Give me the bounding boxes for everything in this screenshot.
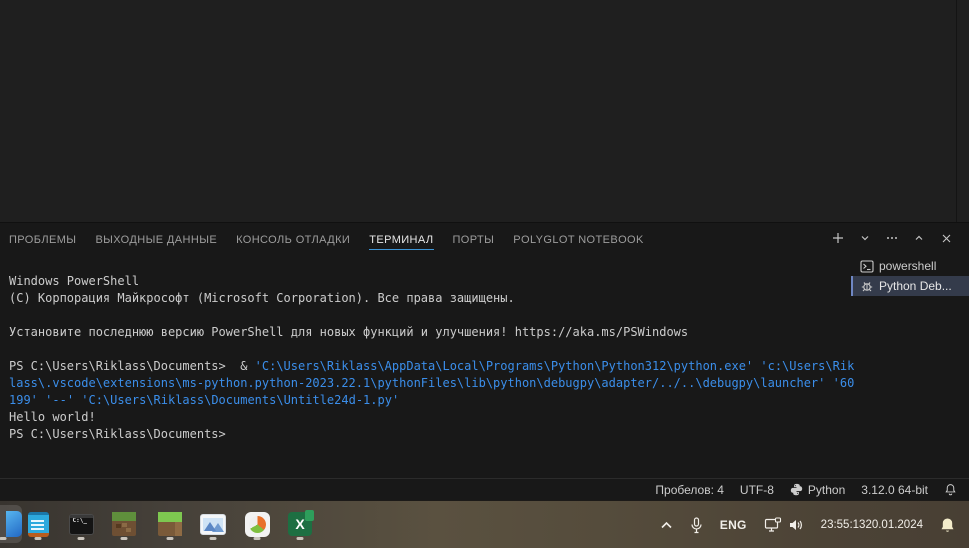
more-actions-button[interactable] [883,229,901,247]
close-icon [942,234,950,242]
notepad-icon [27,511,49,537]
interpreter-label: 3.12.0 64-bit [861,482,928,497]
language-switcher[interactable]: ENG [720,518,747,532]
taskbar-app-photos[interactable] [194,505,232,543]
close-panel-button[interactable] [937,229,955,247]
running-indicator [77,537,85,540]
editor-minimap-divider [956,0,957,222]
indentation-status[interactable]: Пробелов: 4 [655,479,724,501]
terminal-line: PS C:\Users\Riklass\Documents> [9,427,226,441]
running-indicator [34,537,42,540]
chevron-up-icon [661,521,672,528]
ellipsis-icon [887,237,897,239]
debug-icon [859,279,874,294]
volume-icon [789,520,802,530]
system-tray: ENG 23:55:13 20.01.2024 [660,501,969,548]
running-indicator [253,537,261,540]
notification-center-button[interactable] [940,517,955,533]
terminal-session-powershell[interactable]: powershell [851,256,969,276]
bell-icon [945,484,956,496]
language-label: Python [807,482,846,497]
terminal-line: lass\.vscode\extensions\ms-python.python… [9,376,855,390]
panel-actions [829,229,955,247]
terminal-icon [859,259,874,274]
chevron-up-icon [915,235,923,240]
session-label: Python Deb... [879,279,952,293]
python-icon [790,483,803,496]
terminal-session-python-deb-[interactable]: Python Deb... [851,276,969,296]
command-prompt-icon [68,513,94,535]
taskbar-app-swirl[interactable] [238,505,276,543]
taskbar: ENG 23:55:13 20.01.2024 [0,500,969,548]
minecraft-icon [112,512,136,536]
terminal-session-list: powershell Python Deb... [851,256,969,296]
terminal-line: (C) Корпорация Майкрософт (Microsoft Cor… [9,291,515,305]
running-indicator [209,537,217,540]
chevron-down-icon [861,236,869,241]
bell-icon [941,518,954,532]
microphone-tray-button[interactable] [690,516,703,534]
clock[interactable]: 23:55:13 20.01.2024 [821,519,923,532]
network-volume-group[interactable] [764,517,804,533]
terminal-output[interactable]: Windows PowerShell (C) Корпорация Майкрос… [9,273,855,443]
minecraft-launcher-icon [158,512,182,536]
microphone-icon [691,516,702,533]
panel-tab-выходные-данные[interactable]: ВЫХОДНЫЕ ДАННЫЕ [95,225,217,254]
panel-tab-polyglot-notebook[interactable]: POLYGLOT NOTEBOOK [513,225,643,254]
bottom-panel: ПРОБЛЕМЫ ВЫХОДНЫЕ ДАННЫЕ КОНСОЛЬ ОТЛАДКИ ТЕ… [0,222,969,478]
maximize-panel-button[interactable] [910,229,928,247]
panel-tab-bar: ПРОБЛЕМЫ ВЫХОДНЫЕ ДАННЫЕ КОНСОЛЬ ОТЛАДКИ ТЕ… [9,223,644,256]
excel-icon [288,510,314,536]
running-indicator [120,537,128,540]
terminal-profile-dropdown[interactable] [856,229,874,247]
desktop-screen: ПРОБЛЕМЫ ВЫХОДНЫЕ ДАННЫЕ КОНСОЛЬ ОТЛАДКИ ТЕ… [0,0,969,548]
editor-area[interactable] [0,0,969,222]
taskbar-app-excel[interactable] [281,505,319,543]
notifications-button[interactable] [944,479,957,501]
photos-icon [200,513,226,535]
status-bar: Пробелов: 4 UTF-8 Python 3.12.0 64-bit [0,478,969,500]
tray-time: 23:55:13 [820,518,866,531]
panel-tab-консоль-отладки[interactable]: КОНСОЛЬ ОТЛАДКИ [236,225,350,254]
running-indicator [166,537,174,540]
panel-tab-терминал[interactable]: ТЕРМИНАЛ [369,225,434,254]
encoding-label: UTF-8 [739,482,774,497]
terminal-line: Hello world! [9,410,96,424]
plus-icon [833,233,843,243]
network-icon [764,517,781,532]
running-indicator [0,537,7,540]
python-interpreter-status[interactable]: 3.12.0 64-bit [861,479,928,501]
new-terminal-button[interactable] [829,229,847,247]
terminal-line: Установите последнюю версию PowerShell д… [9,325,689,339]
tray-date: 20.01.2024 [865,518,923,531]
terminal-line: 199' '--' 'C:\Users\Riklass\Documents\Un… [9,393,400,407]
panel-tab-проблемы[interactable]: ПРОБЛЕМЫ [9,225,76,254]
spaces-label: Пробелов: 4 [655,482,724,497]
tray-overflow-button[interactable] [660,521,673,530]
taskbar-app-minecraft-launcher[interactable] [151,505,189,543]
panel-tab-порты[interactable]: ПОРТЫ [453,225,495,254]
taskbar-app-notepad[interactable] [19,505,57,543]
language-mode-status[interactable]: Python [790,479,845,501]
terminal-line: PS C:\Users\Riklass\Documents> & 'C:\Use… [9,359,855,373]
running-indicator [296,537,304,540]
terminal-line: Windows PowerShell [9,274,140,288]
taskbar-app-minecraft[interactable] [105,505,143,543]
session-label: powershell [879,259,937,273]
taskbar-app-cmd[interactable] [62,505,100,543]
encoding-status[interactable]: UTF-8 [740,479,774,501]
app-swirl-icon [244,511,270,537]
